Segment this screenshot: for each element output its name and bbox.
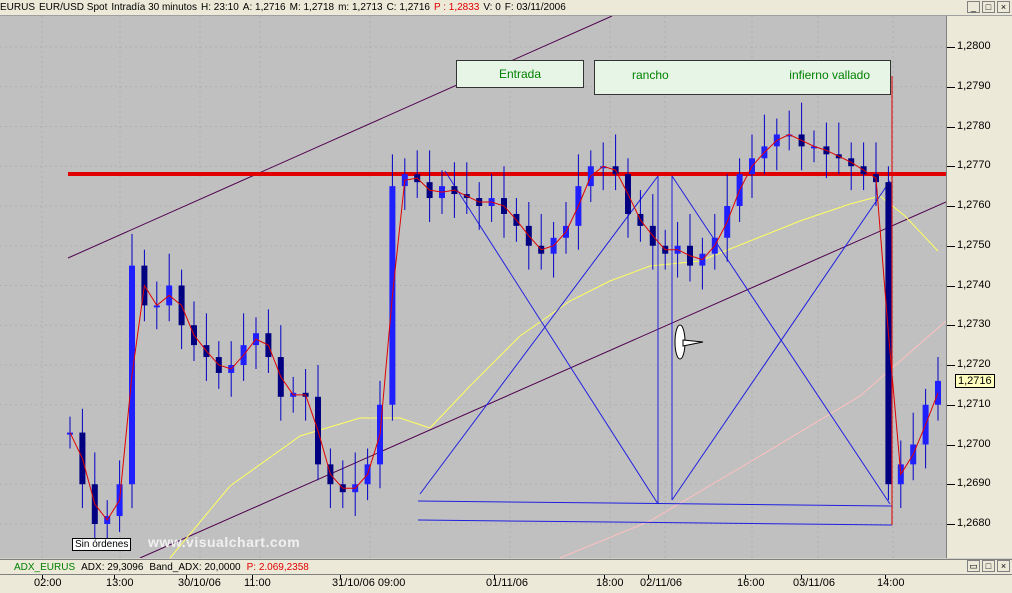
zone-rancho-infierno: rancho infierno vallado (594, 60, 891, 95)
date-value: F: 03/11/2006 (504, 2, 566, 13)
price-label: 1,2740 (957, 278, 991, 291)
time-label: 18:00 (596, 577, 624, 589)
window-title-bar: EURUS EUR/USD Spot Intradía 30 minutos H… (0, 0, 1012, 16)
indicator-maximize-button[interactable]: □ (982, 560, 995, 572)
price-tick (947, 484, 955, 486)
price-label: 1,2730 (957, 318, 991, 331)
hand-cursor-icon (674, 324, 704, 360)
price-label: 1,2750 (957, 238, 991, 251)
time-label: 01/11/06 (486, 577, 529, 589)
price-tick (947, 47, 955, 48)
indicator-close-button[interactable]: × (997, 560, 1010, 572)
price-tick (947, 166, 955, 168)
price-tick (947, 245, 955, 247)
time-label: 14:00 (877, 577, 905, 589)
time-label: 02:00 (34, 577, 62, 589)
price-tick (947, 206, 955, 207)
price-label: 1,2790 (957, 79, 991, 92)
price-tick (947, 325, 955, 327)
symbol: EURUS (0, 2, 36, 13)
zone-rancho: rancho (632, 68, 669, 82)
price-chart[interactable]: Entrada rancho infierno vallado Sin órde… (0, 16, 946, 558)
price-tick (947, 524, 955, 525)
price-tick (947, 365, 955, 366)
timeframe: Intradía 30 minutos (111, 2, 197, 13)
price-label: 1,2760 (957, 199, 991, 211)
maximize-button[interactable]: □ (982, 1, 995, 13)
zone-infierno-vallado: infierno vallado (789, 68, 870, 82)
adx-p-value: P: 2.069,2358 (246, 561, 309, 573)
band-adx-value: Band_ADX: 20,0000 (149, 561, 241, 573)
close-button[interactable]: × (997, 1, 1010, 13)
price-tick (947, 86, 955, 88)
time-label: 13:00 (106, 577, 134, 589)
adx-name: ADX_EURUS (14, 561, 76, 573)
price-tick (947, 404, 955, 406)
time-label: 02/11/06 (640, 577, 683, 589)
time-label: 31/10/06 09:00 (332, 577, 406, 589)
adx-indicator-bar: ADX_EURUS ADX: 29,3096 Band_ADX: 20,0000… (0, 559, 1012, 574)
chart-canvas (0, 16, 946, 558)
restore-button[interactable]: ▭ (967, 560, 980, 572)
hour-value: H: 23:10 (200, 2, 239, 13)
time-label: 03/11/06 (793, 577, 836, 589)
price-label: 1,2690 (957, 477, 991, 490)
price-label: 1,2800 (957, 40, 991, 52)
volume-value: V: 0 (483, 2, 501, 13)
pattern-lines (417, 76, 893, 526)
time-label: 16:00 (737, 577, 765, 589)
price-tick (947, 126, 955, 128)
price-axis[interactable]: 1,2800 1,2790 1,2780 1,2770 1,2760 1,2750 1,27… (946, 16, 1012, 558)
time-label: 30/10/06 (178, 577, 221, 589)
open-value: A: 1,2716 (242, 2, 286, 13)
visualchart-watermark: www.visualchart.com (148, 534, 301, 550)
channel-lower-line (139, 201, 946, 558)
max-value: M: 1,2718 (289, 2, 335, 13)
minimize-button[interactable]: _ (967, 1, 980, 13)
price-label: 1,2680 (957, 517, 991, 529)
zone-entrada: Entrada (456, 60, 584, 88)
orders-status-badge[interactable]: Sin órdenes (72, 538, 132, 551)
channel-upper-line (67, 16, 613, 259)
price-label: 1,2720 (957, 358, 991, 370)
adx-value: ADX: 29,3096 (81, 561, 144, 573)
price-tick (947, 285, 955, 287)
price-tick (947, 444, 955, 446)
time-axis: 02:00 13:00 30/10/06 11:00 31/10/06 09:00 01/… (0, 574, 1012, 593)
last-price-badge: 1,2716 (955, 374, 995, 388)
time-label: 11:00 (244, 577, 271, 589)
close-value: C: 1,2716 (386, 2, 430, 13)
price-label: 1,2710 (957, 397, 991, 410)
price-label: 1,2700 (957, 437, 991, 450)
min-value: m: 1,2713 (338, 2, 383, 13)
indicator-window-controls: ▭ □ × (967, 560, 1010, 572)
price-label: 1,2780 (957, 119, 991, 132)
window-controls: _ □ × (967, 1, 1010, 13)
symbol-description: EUR/USD Spot (39, 2, 108, 13)
p-value: P : 1,2833 (433, 2, 480, 13)
price-label: 1,2770 (957, 159, 991, 172)
candlestick-series (67, 102, 941, 548)
